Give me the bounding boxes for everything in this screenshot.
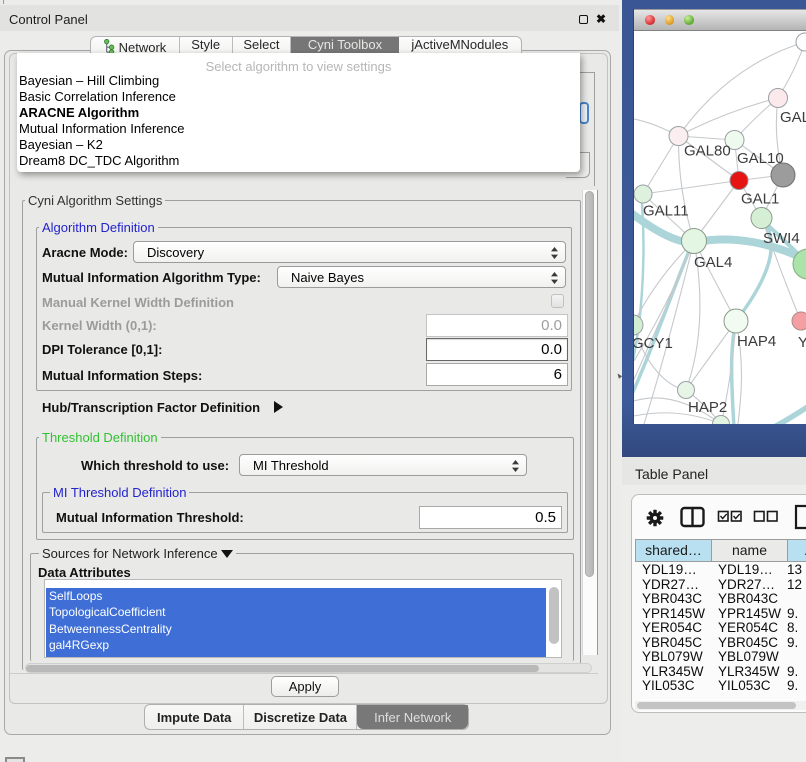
svg-text:GAL10: GAL10 bbox=[737, 150, 784, 167]
svg-text:GCY1: GCY1 bbox=[634, 335, 673, 352]
svg-text:GAL11: GAL11 bbox=[643, 203, 689, 220]
svg-text:HAP4: HAP4 bbox=[737, 333, 776, 350]
svg-text:HAP2: HAP2 bbox=[688, 399, 727, 416]
svg-text:GAL80: GAL80 bbox=[684, 143, 731, 160]
svg-text:GAL1: GAL1 bbox=[741, 191, 779, 208]
svg-text:SWI4: SWI4 bbox=[763, 230, 800, 247]
svg-text:GAL4: GAL4 bbox=[694, 254, 732, 271]
svg-text:GAL7: GAL7 bbox=[780, 109, 806, 126]
svg-text:Y: Y bbox=[798, 334, 806, 351]
